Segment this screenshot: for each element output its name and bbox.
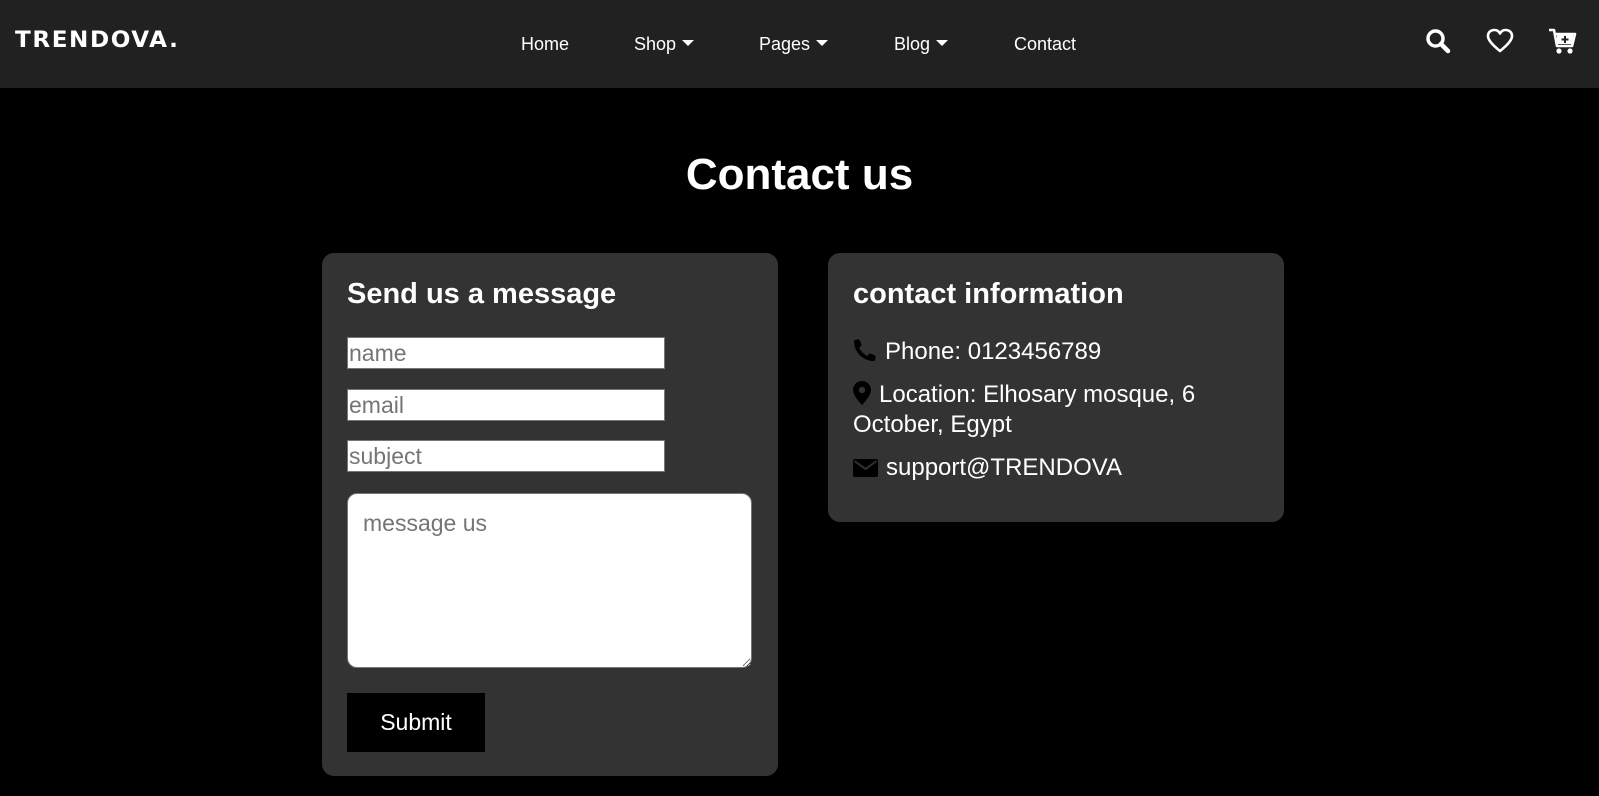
phone-line: Phone: 0123456789: [853, 337, 1263, 367]
chevron-down-icon: [936, 39, 949, 46]
contact-info-card: contact information Phone: 0123456789 Lo…: [828, 253, 1284, 522]
nav-item-blog-label: Blog: [894, 34, 931, 54]
chevron-down-icon: [682, 39, 695, 46]
form-title: Send us a message: [347, 278, 617, 310]
nav-item-home-label: Home: [521, 34, 570, 54]
chevron-down-icon: [816, 39, 829, 46]
envelope-icon: [853, 459, 878, 477]
submit-button[interactable]: Submit: [347, 693, 485, 752]
email-field[interactable]: [347, 389, 665, 421]
heart-icon[interactable]: [1486, 27, 1514, 55]
contact-form-card: Send us a message Submit: [322, 253, 778, 776]
name-field[interactable]: [347, 337, 665, 369]
page-title: Contact us: [685, 150, 914, 199]
phone-text: Phone: 0123456789: [885, 338, 1102, 365]
nav-item-home[interactable]: Home: [521, 34, 569, 55]
nav-item-contact-label: Contact: [1014, 34, 1077, 54]
email-line: support@TRENDOVA: [853, 453, 1263, 483]
info-title: contact information: [853, 278, 1124, 310]
cart-plus-icon[interactable]: [1547, 27, 1579, 55]
map-marker-icon: [853, 381, 871, 405]
nav-item-contact[interactable]: Contact: [1014, 34, 1076, 55]
brand-logo[interactable]: TRENDOVA.: [15, 28, 179, 53]
navbar: TRENDOVA. Home Shop Pages Blog Contact: [0, 0, 1599, 88]
location-line: Location: Elhosary mosque, 6 October, Eg…: [853, 380, 1263, 440]
nav-item-pages[interactable]: Pages: [759, 34, 829, 55]
nav-item-pages-label: Pages: [759, 34, 811, 54]
email-text: support@TRENDOVA: [886, 454, 1122, 481]
nav-item-shop-label: Shop: [634, 34, 677, 54]
location-text: Location: Elhosary mosque, 6 October, Eg…: [853, 381, 1196, 438]
message-field[interactable]: [347, 493, 752, 668]
nav-item-blog[interactable]: Blog: [894, 34, 949, 55]
nav-item-shop[interactable]: Shop: [634, 34, 695, 55]
search-icon[interactable]: [1424, 27, 1452, 55]
subject-field[interactable]: [347, 440, 665, 472]
phone-icon: [854, 339, 876, 361]
